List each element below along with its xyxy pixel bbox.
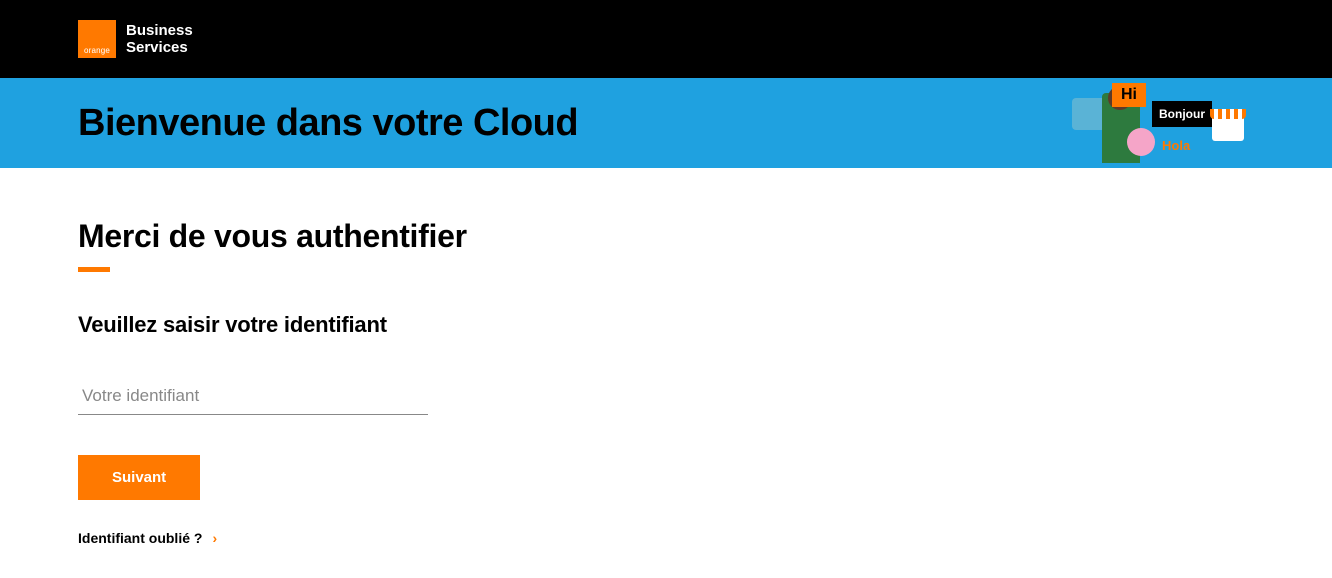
- banner-title: Bienvenue dans votre Cloud: [78, 102, 578, 145]
- bonjour-badge: Bonjour: [1152, 101, 1212, 127]
- brand-name: Business Services: [126, 22, 193, 56]
- forgot-identifier-link[interactable]: Identifiant oublié ? ›: [78, 530, 217, 546]
- banner-illustration: Hi Bonjour Hola: [1072, 83, 1272, 163]
- chevron-right-icon: ›: [212, 530, 217, 546]
- welcome-banner: Bienvenue dans votre Cloud Hi Bonjour Ho…: [0, 78, 1332, 168]
- shop-awning-icon: [1210, 109, 1246, 119]
- hola-text: Hola: [1162, 138, 1190, 153]
- heading-underline: [78, 267, 110, 272]
- auth-sub-heading: Veuillez saisir votre identifiant: [78, 312, 1254, 338]
- identifier-input[interactable]: [78, 378, 428, 415]
- brand-name-line2: Services: [126, 39, 193, 56]
- orange-logo-icon: orange: [78, 20, 116, 58]
- orange-logo-text: orange: [84, 46, 110, 55]
- auth-heading: Merci de vous authentifier: [78, 218, 1254, 255]
- brand-logo[interactable]: orange Business Services: [78, 20, 193, 58]
- next-button[interactable]: Suivant: [78, 455, 200, 500]
- top-header: orange Business Services: [0, 0, 1332, 78]
- auth-content: Merci de vous authentifier Veuillez sais…: [0, 168, 1332, 578]
- hi-badge: Hi: [1112, 83, 1146, 107]
- forgot-link-text: Identifiant oublié ?: [78, 530, 202, 546]
- brand-name-line1: Business: [126, 22, 193, 39]
